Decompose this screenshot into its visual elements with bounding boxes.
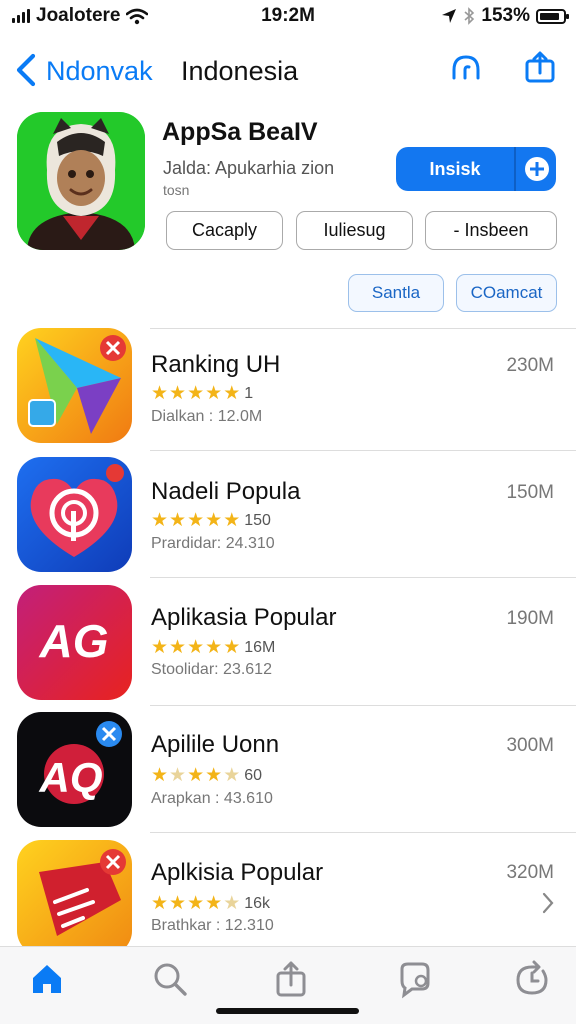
status-time: 19:2M [261, 5, 315, 26]
page-title: Indonesia [181, 56, 299, 86]
app-meta: Prardidar: 24.310 [151, 535, 275, 552]
star-icon: ★ [187, 383, 205, 404]
app-meta: Arapkan : 43.610 [151, 790, 273, 807]
share-icon[interactable] [522, 50, 558, 86]
install-button-label: Insisk [429, 158, 481, 179]
app-title[interactable]: Aplikasia Popular [151, 604, 336, 632]
svg-text:AG: AG [39, 615, 109, 667]
rating-count: 60 [244, 766, 263, 784]
app-title[interactable]: Nadeli Popula [151, 478, 300, 506]
app-meta: Brathkar : 12.310 [151, 917, 274, 934]
featured-app-title[interactable]: AppSa BeaIV [162, 118, 318, 147]
star-icon: ★ [223, 893, 241, 914]
star-icon: ★ [151, 765, 169, 786]
star-icon: ★ [151, 637, 169, 658]
filter-chip[interactable]: Cacaply [166, 211, 283, 250]
star-icon: ★ [223, 510, 241, 531]
star-icon: ★ [169, 765, 187, 786]
back-button[interactable]: Ndonvak [46, 56, 153, 87]
svg-text:AQ: AQ [39, 754, 103, 802]
featured-app-subtitle: Jalda: Apukarhia zion [163, 158, 335, 178]
ag-letters-app-icon[interactable]: AG [17, 585, 132, 700]
star-icon: ★ [223, 383, 241, 404]
star-icon: ★ [151, 893, 169, 914]
ribbon-app-icon[interactable] [17, 840, 132, 955]
install-button[interactable]: Insisk [396, 147, 556, 191]
camera-heart-app-icon[interactable] [17, 457, 132, 572]
list-divider [150, 328, 576, 329]
battery-icon [536, 8, 569, 24]
star-icon: ★ [205, 893, 223, 914]
back-chevron-icon[interactable] [14, 52, 38, 88]
filter-chip[interactable]: - Insbeen [425, 211, 557, 250]
star-icon: ★ [223, 765, 241, 786]
list-divider [150, 705, 576, 706]
star-icon: ★ [205, 765, 223, 786]
home-icon[interactable] [27, 959, 67, 999]
star-icon: ★ [151, 383, 169, 404]
list-divider [150, 832, 576, 833]
search-icon[interactable] [150, 959, 190, 999]
install-divider [514, 147, 516, 191]
home-indicator[interactable] [216, 1008, 359, 1014]
star-rating: ★ ★ ★ ★ ★ 150 [151, 509, 271, 532]
status-bar: Joalotere 19:2M 153% [0, 0, 576, 32]
app-size: 190M [506, 608, 554, 629]
chevron-right-icon[interactable] [542, 892, 554, 914]
star-icon: ★ [169, 510, 187, 531]
star-icon: ★ [187, 893, 205, 914]
nav-bar: Ndonvak Indonesia [0, 40, 576, 100]
list-divider [150, 450, 576, 451]
star-icon: ★ [223, 637, 241, 658]
rating-count: 1 [244, 384, 254, 402]
star-icon: ★ [205, 383, 223, 404]
rating-count: 16M [244, 638, 276, 656]
star-rating: ★ ★ ★ ★ ★ 16M [151, 636, 275, 659]
app-title[interactable]: Aplkisia Popular [151, 859, 323, 887]
headset-icon[interactable] [448, 50, 484, 86]
rating-count: 150 [244, 511, 271, 529]
share-tray-icon[interactable] [271, 959, 311, 999]
app-meta: Stoolidar: 23.612 [151, 661, 272, 678]
app-title[interactable]: Ranking UH [151, 351, 280, 379]
paper-plane-app-icon[interactable] [17, 328, 132, 443]
featured-app-icon[interactable] [17, 112, 145, 250]
star-icon: ★ [187, 510, 205, 531]
secondary-pill[interactable]: COamcat [456, 274, 557, 312]
app-size: 300M [506, 735, 554, 756]
app-meta: Dialkan : 12.0M [151, 408, 263, 425]
star-rating: ★ ★ ★ ★ ★ 1 [151, 382, 253, 405]
app-size: 230M [506, 355, 554, 376]
list-divider [150, 577, 576, 578]
star-icon: ★ [151, 510, 169, 531]
star-icon: ★ [169, 893, 187, 914]
star-icon: ★ [205, 637, 223, 658]
app-title[interactable]: Apilile Uonn [151, 731, 279, 759]
star-icon: ★ [187, 765, 205, 786]
star-icon: ★ [169, 383, 187, 404]
star-rating: ★ ★ ★ ★ ★ 60 [151, 764, 262, 787]
app-size: 150M [506, 482, 554, 503]
filter-chip[interactable]: Iuliesug [296, 211, 413, 250]
plus-icon[interactable] [525, 157, 549, 181]
app-size: 320M [506, 862, 554, 883]
secondary-pill[interactable]: Santla [348, 274, 444, 312]
star-icon: ★ [169, 637, 187, 658]
updates-icon[interactable] [512, 959, 552, 999]
chat-bubble-icon[interactable] [394, 959, 434, 999]
star-rating: ★ ★ ★ ★ ★ 16k [151, 892, 270, 915]
rating-count: 16k [244, 894, 271, 912]
star-icon: ★ [187, 637, 205, 658]
star-icon: ★ [205, 510, 223, 531]
featured-app-caption: tosn [163, 182, 190, 198]
aq-letters-app-icon[interactable]: AQ [17, 712, 132, 827]
